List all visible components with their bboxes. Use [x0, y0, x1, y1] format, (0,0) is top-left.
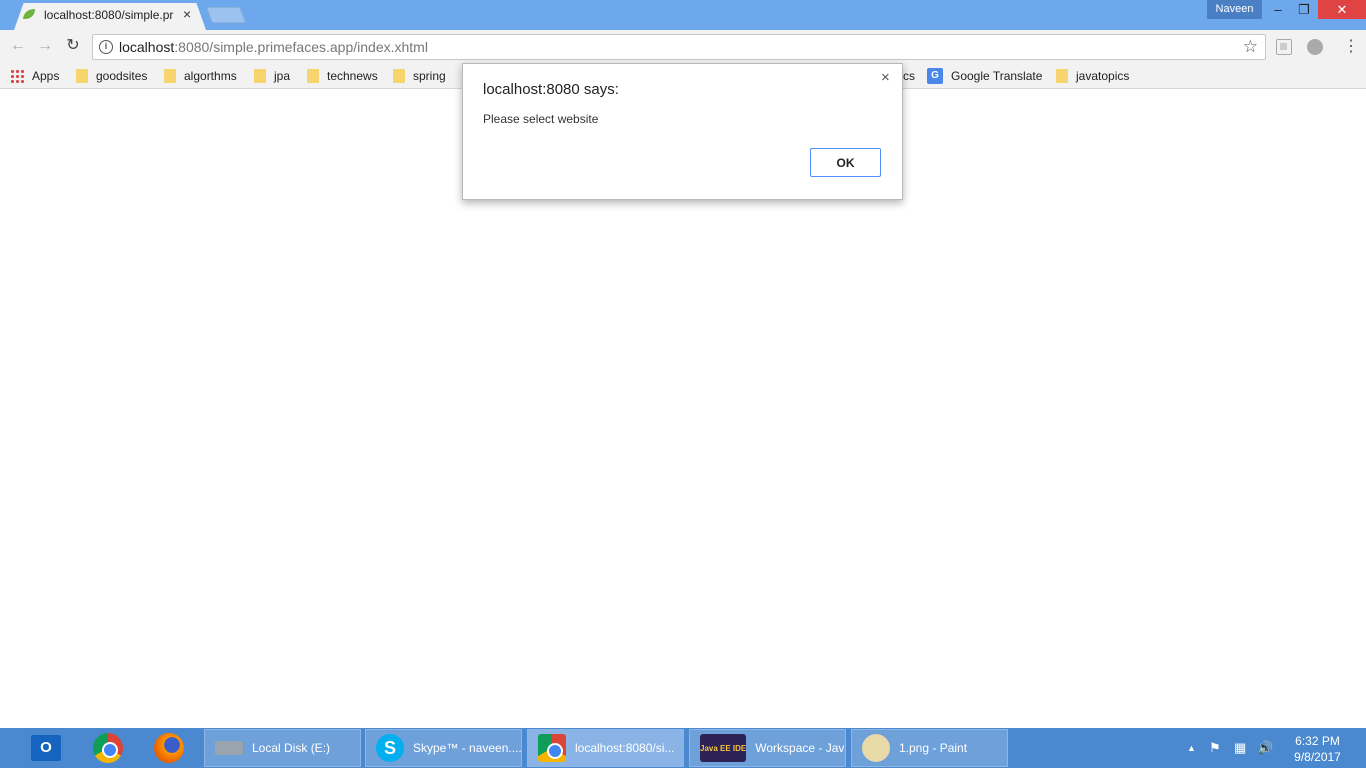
url-host: localhost [119, 39, 175, 55]
back-arrow-icon[interactable]: ← [9, 37, 27, 55]
paint-icon [862, 734, 890, 762]
close-window-button[interactable]: ✕ [1318, 0, 1366, 19]
task-skype[interactable]: S Skype™ - naveen.... [365, 729, 522, 767]
folder-icon [307, 69, 319, 83]
bookmark-star-icon[interactable]: ☆ [1243, 37, 1258, 57]
minimize-button[interactable]: ‒ [1265, 0, 1291, 19]
spring-leaf-icon [23, 9, 35, 19]
bookmark-technews[interactable]: technews [307, 68, 378, 84]
task-label: Workspace - Java ... [755, 741, 845, 755]
task-label: 1.png - Paint [899, 741, 968, 755]
bookmark-label: jpa [274, 69, 291, 83]
tab-title: localhost:8080/simple.pri [44, 8, 174, 22]
ok-button[interactable]: OK [810, 148, 881, 177]
bookmark-label: cs [903, 69, 915, 83]
firefox-pinned-button[interactable] [141, 731, 197, 765]
action-center-flag-icon[interactable]: ⚑ [1209, 740, 1221, 756]
firefox-icon [154, 733, 184, 763]
eclipse-icon: Java EE IDE [700, 734, 747, 762]
task-label: Skype™ - naveen.... [413, 741, 522, 755]
bookmark-label: algorthms [184, 69, 237, 83]
bookmark-jpa[interactable]: jpa [254, 68, 290, 84]
task-paint[interactable]: 1.png - Paint [851, 729, 1008, 767]
dialog-title: localhost:8080 says: [483, 81, 619, 98]
folder-icon [1056, 69, 1068, 83]
forward-arrow-icon[interactable]: → [36, 37, 54, 55]
folder-icon [393, 69, 405, 83]
taskbar: O Local Disk (E:) S Skype™ - naveen.... … [0, 728, 1366, 768]
new-tab-button[interactable] [206, 7, 246, 23]
system-clock[interactable]: 6:32 PM 9/8/2017 [1285, 733, 1350, 765]
site-info-icon[interactable]: i [99, 40, 113, 54]
tab-close-icon[interactable]: × [183, 6, 191, 22]
url-path: :8080/simple.primefaces.app/index.xhtml [174, 39, 428, 55]
url-text[interactable]: localhost:8080/simple.primefaces.app/ind… [119, 39, 428, 55]
bookmark-label: technews [327, 69, 378, 83]
folder-icon [76, 69, 88, 83]
dialog-close-icon[interactable]: × [881, 69, 890, 86]
bookmark-spring[interactable]: spring [393, 68, 446, 84]
folder-icon [164, 69, 176, 83]
task-local-disk[interactable]: Local Disk (E:) [204, 729, 361, 767]
chrome-pinned-button[interactable] [80, 731, 136, 765]
chrome-icon [538, 734, 566, 762]
network-icon[interactable]: ▦ [1234, 740, 1246, 756]
clock-time: 6:32 PM [1295, 734, 1340, 748]
extension-icon[interactable] [1276, 39, 1292, 55]
bookmark-google-translate[interactable]: G Google Translate [927, 68, 1042, 84]
browser-menu-icon[interactable]: ⋮ [1343, 36, 1359, 56]
apps-grid-icon [10, 69, 24, 83]
dialog-message: Please select website [483, 112, 599, 126]
outlook-icon: O [31, 735, 61, 761]
address-bar[interactable]: i localhost:8080/simple.primefaces.app/i… [92, 34, 1266, 60]
task-chrome-localhost[interactable]: localhost:8080/si... [527, 729, 684, 767]
browser-tab-strip: localhost:8080/simple.pri × Naveen ‒ ❐ ✕ [0, 0, 1366, 30]
profile-button[interactable]: Naveen [1207, 0, 1262, 19]
skype-icon: S [376, 734, 404, 762]
bookmark-label: javatopics [1076, 69, 1130, 83]
extension-cloud-icon[interactable] [1307, 39, 1323, 55]
bookmark-cs[interactable]: cs [903, 68, 915, 84]
bookmark-label: Google Translate [951, 69, 1043, 83]
task-eclipse-workspace[interactable]: Java EE IDE Workspace - Java ... [689, 729, 846, 767]
volume-icon[interactable]: 🔊 [1257, 740, 1273, 756]
bookmark-apps[interactable]: Apps [10, 68, 59, 84]
bookmark-algorthms[interactable]: algorthms [164, 68, 237, 84]
task-label: Local Disk (E:) [252, 741, 331, 755]
outlook-pinned-button[interactable]: O [18, 731, 74, 765]
bookmark-label: Apps [32, 69, 60, 83]
google-translate-icon: G [927, 68, 943, 84]
alert-dialog: localhost:8080 says: × Please select web… [462, 63, 903, 200]
bookmark-javatopics[interactable]: javatopics [1056, 68, 1129, 84]
bookmark-goodsites[interactable]: goodsites [76, 68, 147, 84]
folder-icon [254, 69, 266, 83]
restore-button[interactable]: ❐ [1291, 0, 1317, 19]
bookmark-label: goodsites [96, 69, 148, 83]
tray-overflow-arrow-icon[interactable]: ▲ [1187, 743, 1196, 753]
bookmark-label: spring [413, 69, 446, 83]
drive-icon [215, 741, 243, 755]
browser-toolbar: ← → ↻ i localhost:8080/simple.primefaces… [0, 30, 1366, 63]
clock-date: 9/8/2017 [1294, 750, 1341, 764]
reload-icon[interactable]: ↻ [64, 37, 82, 55]
chrome-icon [93, 733, 123, 763]
task-label: localhost:8080/si... [575, 741, 675, 755]
